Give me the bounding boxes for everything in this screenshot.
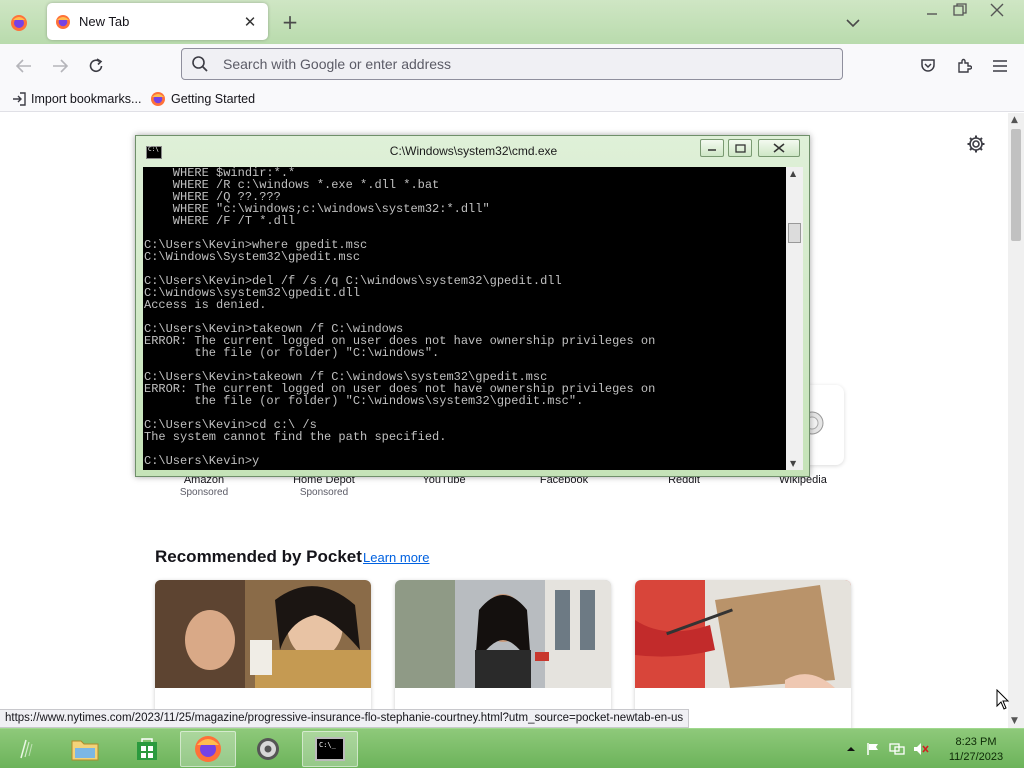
- pocket-card[interactable]: [155, 580, 371, 728]
- navigation-toolbar: [0, 44, 1024, 86]
- shortcut-sponsored-home-depot: Sponsored: [299, 487, 349, 498]
- scrollbar-thumb[interactable]: [1011, 129, 1021, 241]
- taskbar-firefox[interactable]: [180, 731, 236, 767]
- address-bar[interactable]: [181, 48, 843, 80]
- pocket-card-image: [635, 580, 851, 688]
- shortcut-sponsored-amazon: Sponsored: [179, 487, 229, 498]
- search-icon: [192, 56, 208, 72]
- show-hidden-icons-icon[interactable]: [843, 741, 859, 757]
- cmd-minimize-icon[interactable]: [700, 139, 724, 157]
- cmd-console-output[interactable]: WHERE $windir:*.* WHERE /R c:\windows *.…: [143, 167, 803, 470]
- cmd-maximize-icon[interactable]: [728, 139, 752, 157]
- import-bookmarks-label: Import bookmarks...: [31, 92, 142, 106]
- taskbar-cmd[interactable]: C:\_: [302, 731, 358, 767]
- taskbar-settings[interactable]: [240, 731, 296, 767]
- firefox-icon: [195, 736, 221, 762]
- cmd-window[interactable]: C:\ C:\Windows\system32\cmd.exe WHERE $w…: [135, 135, 810, 477]
- taskbar-clock-date[interactable]: 11/27/2023: [946, 751, 1006, 763]
- url-input[interactable]: [223, 56, 842, 72]
- cmd-output-line: C:\Windows\System32\gpedit.msc: [144, 250, 361, 264]
- taskbar-store[interactable]: [119, 731, 175, 767]
- close-tab-icon[interactable]: ✕: [238, 10, 262, 34]
- cmd-scrollbar[interactable]: ▲ ▼: [786, 167, 803, 470]
- gear-icon[interactable]: [966, 134, 986, 154]
- cmd-output-line: Access is denied.: [144, 298, 267, 312]
- firefox-favicon-icon: [151, 92, 165, 106]
- firefox-favicon-icon: [56, 14, 70, 29]
- cmd-output-text: WHERE $windir:*.* WHERE /R c:\windows *.…: [144, 167, 784, 467]
- getting-started-item[interactable]: Getting Started: [150, 89, 255, 109]
- volume-muted-icon[interactable]: [913, 741, 929, 757]
- close-window-icon[interactable]: [980, 0, 1014, 20]
- cmd-scroll-up-icon[interactable]: ▲: [790, 169, 796, 178]
- chevron-down-icon[interactable]: [842, 12, 864, 34]
- store-icon: [137, 738, 157, 760]
- cmd-taskbar-icon-text: C:\_: [319, 741, 336, 749]
- taskbar-file-explorer[interactable]: [57, 731, 113, 767]
- pocket-heading: Recommended by Pocket: [155, 547, 362, 566]
- scroll-up-arrow-icon[interactable]: ▲: [1011, 115, 1018, 125]
- tab-title: New Tab: [79, 14, 130, 29]
- pocket-card[interactable]: [635, 580, 851, 728]
- tab-strip: New Tab ✕ +: [0, 0, 1024, 44]
- import-icon: [13, 92, 26, 106]
- settings-gear-icon: [257, 738, 279, 760]
- forward-arrow-icon[interactable]: [46, 52, 74, 80]
- cmd-scroll-down-icon[interactable]: ▼: [790, 459, 796, 468]
- folder-icon: [71, 740, 99, 761]
- cmd-output-line: C:\Users\Kevin>y: [144, 454, 260, 468]
- status-bar-link-preview: https://www.nytimes.com/2023/11/25/magaz…: [0, 709, 690, 728]
- import-bookmarks-item[interactable]: Import bookmarks...: [12, 89, 141, 109]
- taskbar-clock-time[interactable]: 8:23 PM: [946, 736, 1006, 748]
- extensions-icon[interactable]: [950, 52, 978, 80]
- taskbar: C:\_ 8:23 PM 11/27/2023: [0, 728, 1024, 768]
- cmd-taskbar-icon: C:\_: [315, 737, 345, 761]
- pocket-icon[interactable]: [914, 52, 942, 80]
- restore-icon[interactable]: [943, 0, 977, 20]
- new-tab-plus-icon[interactable]: +: [278, 10, 302, 34]
- firefox-view-icon[interactable]: [6, 10, 32, 36]
- pocket-learn-more-link[interactable]: Learn more: [363, 550, 429, 565]
- cmd-scrollbar-thumb[interactable]: [788, 223, 801, 243]
- cmd-close-icon[interactable]: [758, 139, 800, 157]
- hamburger-menu-icon[interactable]: [986, 52, 1014, 80]
- getting-started-label: Getting Started: [171, 92, 256, 106]
- back-arrow-icon[interactable]: [10, 52, 38, 80]
- cmd-output-line: WHERE /F /T *.dll: [144, 214, 296, 228]
- page-scrollbar[interactable]: ▲ ▼: [1008, 113, 1024, 728]
- reload-icon[interactable]: [82, 52, 110, 80]
- pocket-card-image: [395, 580, 611, 688]
- bookmarks-toolbar: Import bookmarks... Getting Started: [0, 86, 1024, 112]
- cmd-output-line: the file (or folder) "C:\windows".: [144, 346, 440, 360]
- cmd-output-line: the file (or folder) "C:\windows\system3…: [144, 394, 584, 408]
- network-icon[interactable]: [889, 741, 905, 757]
- pocket-card[interactable]: [395, 580, 611, 728]
- windows-logo-icon: [20, 739, 33, 759]
- tab-new-tab[interactable]: New Tab ✕: [47, 3, 268, 40]
- cmd-output-line: The system cannot find the path specifie…: [144, 430, 447, 444]
- scroll-down-arrow-icon[interactable]: ▼: [1011, 716, 1018, 726]
- action-center-flag-icon[interactable]: [865, 741, 881, 757]
- mouse-pointer-icon: [996, 689, 1010, 710]
- pocket-card-image: [155, 580, 371, 688]
- start-button[interactable]: [8, 733, 48, 765]
